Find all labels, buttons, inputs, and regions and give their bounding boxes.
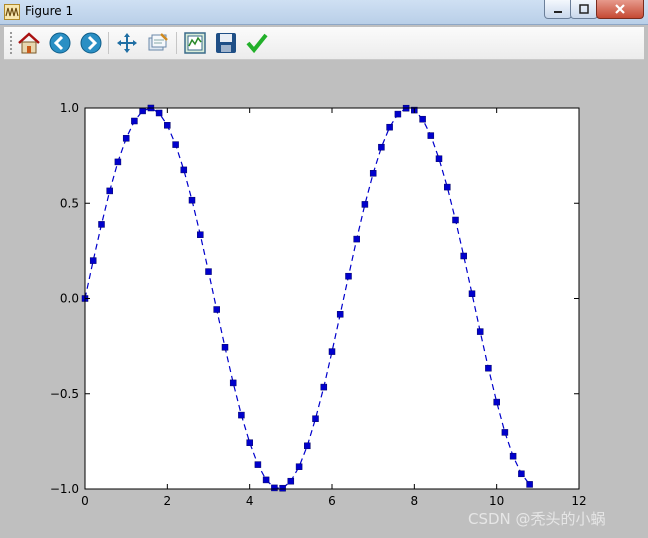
save-icon (216, 33, 236, 53)
zoom-icon (148, 33, 168, 51)
check-icon (246, 33, 268, 54)
data-point (221, 344, 229, 351)
data-point (493, 398, 500, 406)
data-point (238, 411, 245, 419)
data-point (287, 477, 295, 485)
y-tick-label: 1.0 (60, 101, 79, 115)
x-tick-label: 6 (328, 494, 336, 508)
forward-button[interactable] (78, 30, 104, 56)
data-point (172, 141, 179, 148)
x-tick-label: 0 (81, 494, 89, 508)
subplots-button[interactable] (182, 30, 208, 56)
data-point (205, 268, 212, 275)
back-button[interactable] (47, 30, 73, 56)
data-point (312, 415, 319, 422)
data-point (262, 476, 270, 484)
data-point (444, 183, 451, 191)
pan-icon (117, 33, 137, 53)
app-icon (4, 4, 20, 20)
watermark-text: CSDN @秃头的小蜗 (468, 510, 606, 528)
data-point (427, 132, 435, 139)
data-point (501, 429, 509, 436)
data-point (295, 463, 303, 470)
data-point (320, 383, 328, 391)
x-tick-label: 10 (489, 494, 504, 508)
data-point (485, 364, 492, 372)
data-point (246, 439, 253, 446)
data-point (213, 306, 220, 313)
x-tick-label: 12 (571, 494, 586, 508)
data-point (353, 235, 360, 243)
data-point (328, 348, 336, 355)
data-point (180, 166, 188, 174)
back-icon (49, 32, 71, 54)
close-icon (615, 4, 625, 14)
data-point (345, 272, 352, 280)
y-tick-label: −1.0 (50, 482, 79, 496)
data-point (361, 201, 369, 208)
x-tick-label: 4 (246, 494, 254, 508)
figure-canvas[interactable]: 0 2 4 6 8 10 12 −1.0 −0.5 0.0 0.5 1.0 (4, 60, 644, 538)
data-point (435, 155, 443, 162)
data-point (279, 484, 286, 492)
data-point (271, 484, 278, 492)
data-point (386, 123, 393, 131)
subplots-icon (184, 32, 206, 54)
edit-button[interactable] (244, 30, 270, 56)
home-button[interactable] (16, 30, 42, 56)
data-point (518, 470, 525, 478)
data-point (164, 122, 171, 129)
toolbar-grip[interactable] (10, 32, 15, 54)
toolbar-separator (176, 32, 177, 54)
data-point (106, 187, 113, 195)
data-point (254, 461, 262, 468)
minimize-icon (554, 11, 562, 13)
forward-icon (80, 32, 102, 54)
maximize-button[interactable] (570, 0, 598, 19)
toolbar-separator (108, 32, 109, 54)
y-tick-label: −0.5 (50, 387, 79, 401)
data-point (98, 221, 105, 228)
home-icon (18, 32, 40, 54)
x-tick-label: 8 (411, 494, 419, 508)
y-tick-label: 0.0 (60, 292, 79, 306)
data-point (139, 107, 146, 115)
data-point (188, 196, 196, 204)
data-point (114, 158, 122, 166)
data-point (369, 170, 377, 177)
pan-button[interactable] (114, 30, 140, 56)
plot-svg: 0 2 4 6 8 10 12 −1.0 −0.5 0.0 0.5 1.0 (50, 101, 587, 508)
data-point (89, 257, 97, 264)
data-point (460, 252, 467, 260)
data-point (509, 452, 517, 460)
data-point (419, 115, 426, 123)
y-tick-label: 0.5 (60, 196, 79, 210)
data-point (304, 442, 311, 450)
x-tick-label: 2 (164, 494, 172, 508)
data-point (131, 117, 138, 125)
save-button[interactable] (213, 30, 239, 56)
title-bar[interactable]: Figure 1 (0, 0, 648, 25)
data-point (526, 481, 533, 488)
data-point (468, 290, 476, 297)
close-button[interactable] (596, 0, 644, 19)
data-point (229, 379, 237, 387)
data-point (122, 135, 130, 142)
data-point (452, 216, 459, 224)
maximize-icon (579, 4, 589, 14)
navigation-toolbar (4, 27, 644, 60)
data-point (197, 231, 204, 238)
data-point (394, 110, 402, 118)
figure-window: Figure 1 0 2 4 6 8 10 12 −1.0 −0.5 0.0 0… (0, 0, 648, 538)
minimize-button[interactable] (544, 0, 572, 19)
data-point (155, 109, 163, 117)
data-point (336, 311, 344, 318)
zoom-button[interactable] (145, 30, 171, 56)
data-point (378, 143, 385, 151)
data-point (476, 328, 484, 335)
window-title: Figure 1 (25, 4, 74, 18)
